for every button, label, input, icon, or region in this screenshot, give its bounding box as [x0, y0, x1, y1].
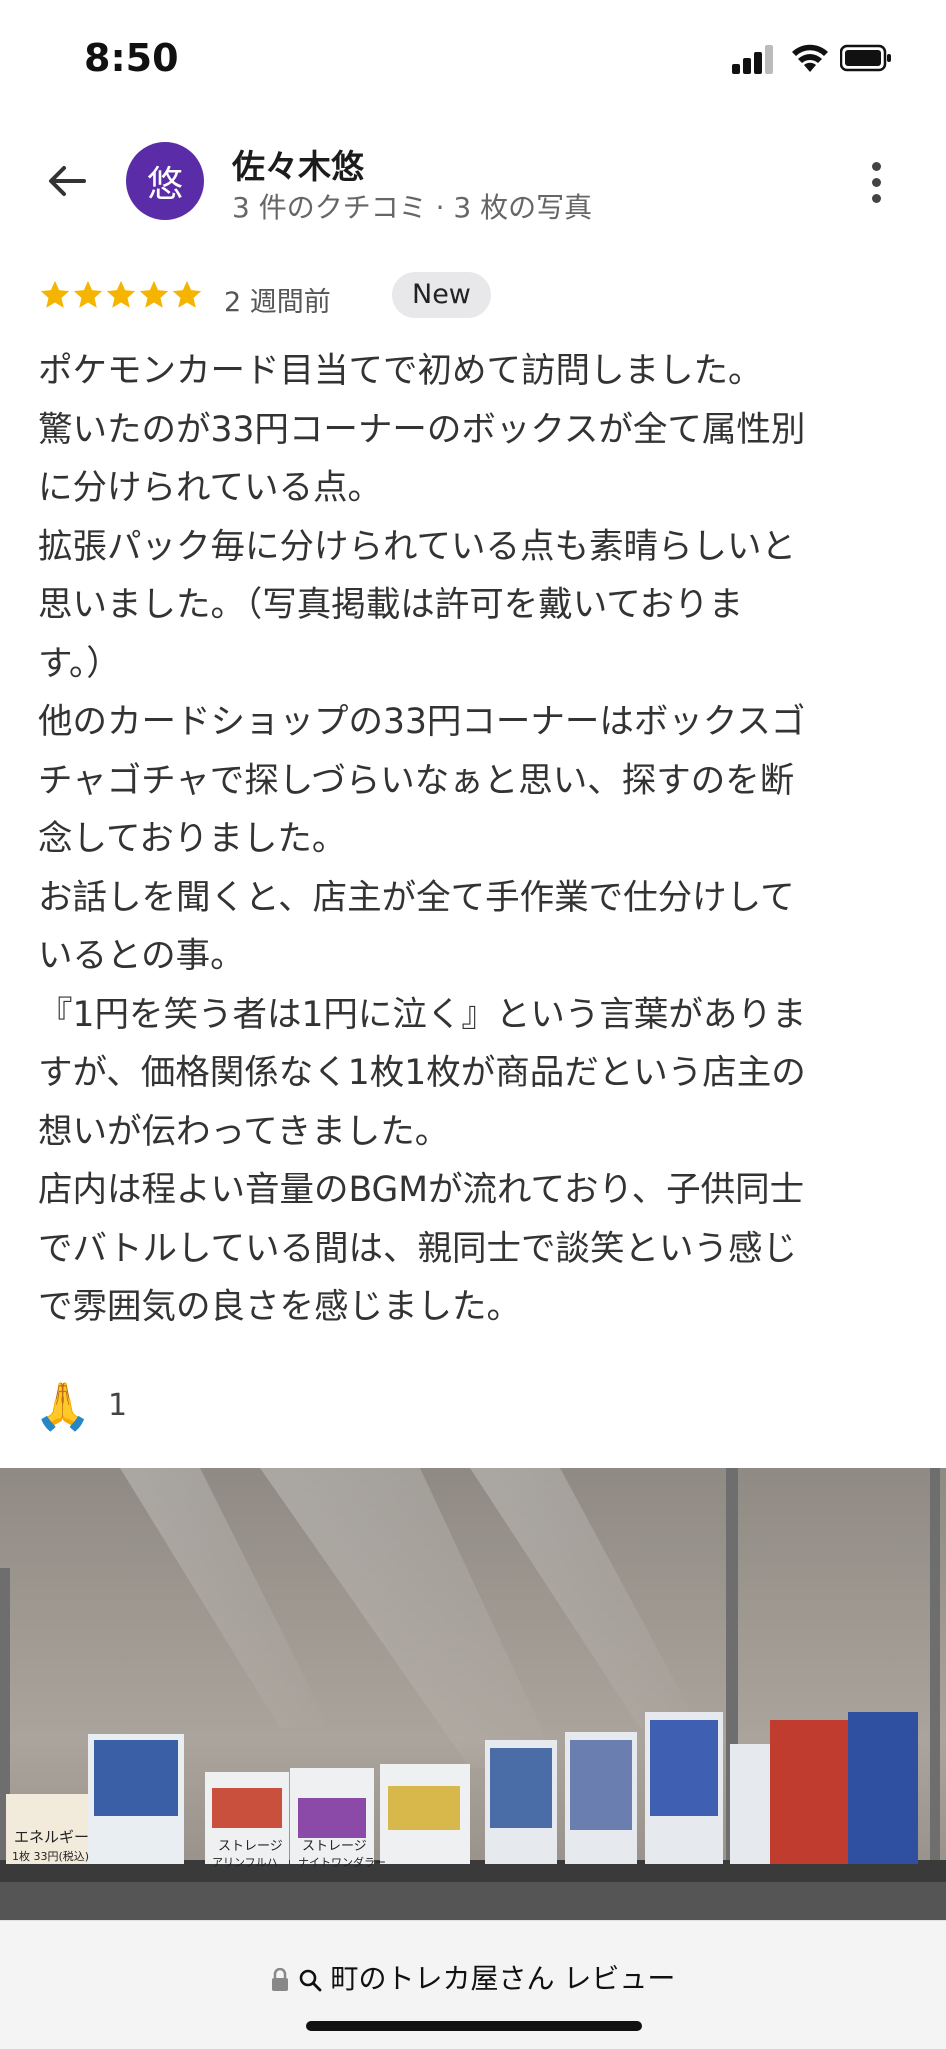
review-line: でバトルしている間は、親同士で談笑という感じ: [38, 1228, 797, 1269]
review-line: 驚いたのが33円コーナーのボックスが全て属性別: [38, 409, 806, 450]
back-arrow-icon[interactable]: [42, 156, 92, 206]
review-line: 店内は程よい音量のBGMが流れており、子供同士: [38, 1170, 805, 1210]
status-time: 8:50: [84, 36, 179, 80]
photo-label-set-2: ナイトワンダラー: [298, 1855, 386, 1869]
photo-label-set-1: アリンフルハ: [212, 1856, 278, 1869]
review-line: 『1円を笑う者は1円に泣く』という言葉がありま: [38, 994, 807, 1035]
review-line: 拡張パック毎に分けられている点も素晴らしいと: [38, 526, 796, 567]
new-badge: New: [392, 272, 491, 318]
review-line: で雰囲気の良さを感じました。: [38, 1287, 521, 1327]
review-photo[interactable]: エネルギー 1枚 33円(税込) ストレージ アリンフルハ ストレージ ナイトワ…: [0, 1468, 946, 1920]
more-vert-icon[interactable]: [862, 158, 892, 208]
star-icon: [139, 280, 169, 308]
home-indicator: [306, 2021, 642, 2031]
review-line: ポケモンカード目当てで初めて訪問しました。: [38, 351, 763, 391]
review-line: 思いました。（写真掲載は許可を戴いておりま: [38, 585, 744, 625]
photo-label-storage-2: ストレージ: [302, 1839, 367, 1854]
review-line: 念しておりました。: [38, 819, 347, 859]
review-line: チャゴチャで探しづらいなぁと思い、探すのを断: [38, 760, 795, 801]
search-icon: [299, 1969, 321, 1992]
photo-label-energy: エネルギー: [14, 1828, 89, 1846]
review-line: すが、価格関係なく1枚1枚が商品だという店主の: [38, 1053, 806, 1093]
review-line: す。）: [38, 643, 121, 684]
star-rating: [38, 278, 203, 314]
pray-icon: 🙏: [34, 1379, 92, 1433]
review-line: お話しを聞くと、店主が全て手作業で仕分けして: [38, 877, 795, 918]
reaction-count: 1: [108, 1388, 128, 1423]
rating-row: 2 週間前 New: [38, 272, 918, 322]
user-meta: 3 件のクチコミ · 3 枚の写真: [232, 191, 593, 224]
signal-icon: [732, 44, 776, 74]
review-line: いるとの事。: [38, 936, 245, 976]
address-text: 町のトレカ屋さん レビュー: [330, 1962, 676, 1995]
user-name[interactable]: 佐々木悠: [232, 140, 364, 188]
review-header: 悠 佐々木悠 3 件のクチコミ · 3 枚の写真: [0, 130, 946, 240]
address-bar[interactable]: 町のトレカ屋さん レビュー: [0, 1957, 946, 1997]
wifi-icon: [792, 44, 828, 72]
review-line: に分けられている点。: [38, 468, 382, 508]
star-icon: [106, 280, 136, 308]
review-line: 想いが伝わってきました。: [38, 1111, 450, 1152]
review-time: 2 週間前: [224, 287, 331, 318]
star-icon: [40, 280, 70, 308]
review-line: 他のカードショップの33円コーナーはボックスゴ: [38, 702, 806, 742]
avatar[interactable]: 悠: [126, 142, 204, 220]
photo-label-price: 1枚 33円(税込): [12, 1849, 89, 1863]
shelf-photo-image: エネルギー 1枚 33円(税込) ストレージ アリンフルハ ストレージ ナイトワ…: [0, 1468, 946, 1920]
star-icon: [172, 280, 202, 308]
status-bar: 8:50: [0, 0, 946, 120]
lock-icon: [271, 1968, 288, 1991]
review-text: ポケモンカード目当てで初めて訪問しました。驚いたのが33円コーナーのボックスが全…: [38, 342, 914, 1337]
photo-label-storage-1: ストレージ: [218, 1839, 283, 1854]
battery-icon: [840, 44, 891, 72]
browser-bottom-bar: 町のトレカ屋さん レビュー: [0, 1920, 946, 2049]
star-icon: [73, 280, 103, 308]
